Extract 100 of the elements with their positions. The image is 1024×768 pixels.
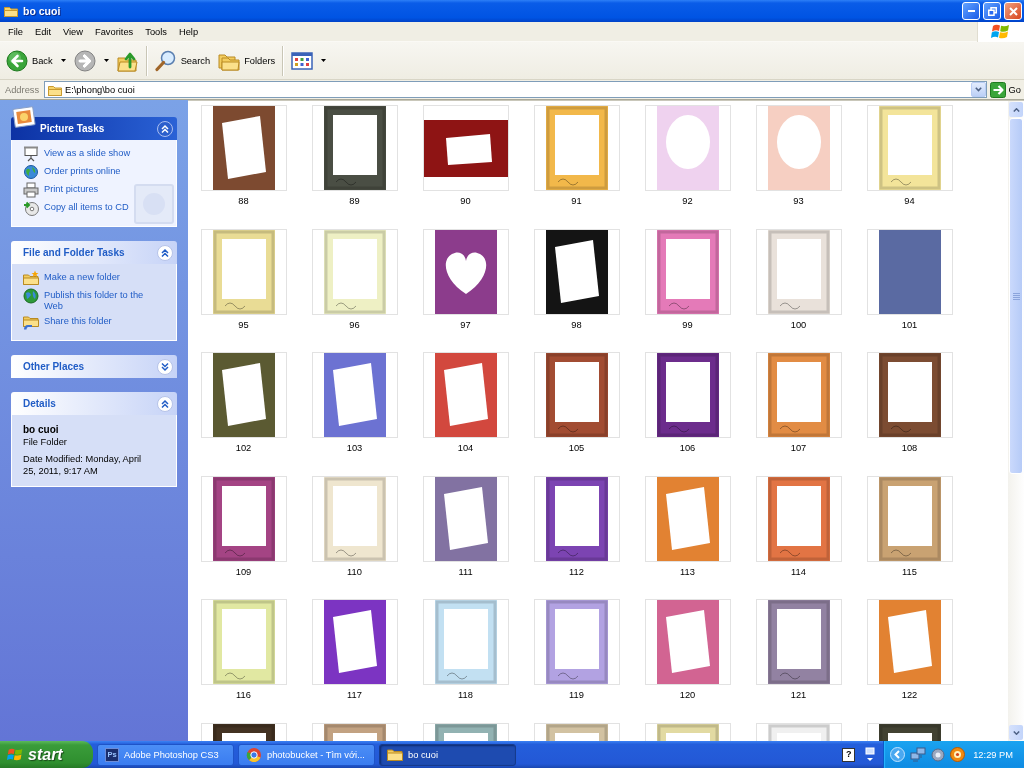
file-name[interactable]: 97 — [458, 318, 473, 332]
restore-button[interactable] — [983, 2, 1001, 20]
thumbnail[interactable] — [311, 599, 398, 685]
chevron-left-icon[interactable] — [890, 747, 906, 762]
thumbnail[interactable] — [200, 105, 287, 191]
thumbnail[interactable] — [311, 228, 398, 315]
go-button[interactable]: Go — [986, 81, 1021, 98]
folders-button[interactable]: Folders — [215, 45, 279, 76]
file-name[interactable]: 105 — [566, 442, 587, 455]
file-name[interactable]: 119 — [567, 689, 586, 702]
file-name[interactable]: 104 — [455, 442, 476, 455]
back-button[interactable]: Back — [3, 45, 69, 76]
file-name[interactable]: 90 — [458, 195, 473, 208]
thumbnail[interactable] — [200, 352, 287, 438]
file-name[interactable]: 107 — [788, 442, 809, 455]
file-name[interactable]: 106 — [677, 442, 698, 455]
thumbnail[interactable] — [533, 228, 620, 315]
task-link[interactable]: Copy all items to CD — [23, 200, 129, 216]
thumbnail[interactable] — [533, 352, 620, 438]
task-link[interactable]: Share this folder — [23, 314, 112, 330]
file-name[interactable]: 118 — [456, 689, 475, 702]
taskbar-button[interactable]: bo cuoi — [379, 743, 516, 766]
thumbnail[interactable] — [422, 105, 509, 191]
file-name[interactable]: 102 — [233, 442, 254, 455]
thumbnail[interactable] — [866, 352, 953, 438]
file-name[interactable]: 94 — [902, 195, 917, 208]
file-name[interactable]: 100 — [788, 318, 809, 332]
file-name[interactable]: 108 — [899, 442, 920, 455]
address-field[interactable]: E:\phong\bo cuoi — [44, 81, 987, 98]
thumbnail[interactable] — [755, 475, 842, 562]
scroll-thumb[interactable] — [1009, 118, 1023, 474]
network-computers-icon[interactable] — [910, 746, 927, 763]
taskbar-button[interactable]: photobucket - Tìm với... — [238, 743, 375, 766]
start-button[interactable]: start — [0, 741, 93, 768]
file-name[interactable]: 88 — [236, 195, 251, 208]
help-icon[interactable]: ? — [842, 747, 856, 762]
task-link[interactable]: Make a new folder — [23, 270, 120, 286]
double-chevron-up-icon[interactable] — [157, 120, 173, 137]
thumbnail[interactable] — [755, 228, 842, 315]
file-name[interactable]: 111 — [456, 565, 475, 579]
thumbnail[interactable] — [311, 475, 398, 562]
file-name[interactable]: 120 — [677, 689, 698, 702]
thumbnail[interactable] — [422, 228, 509, 315]
file-name[interactable]: 122 — [899, 689, 920, 702]
file-name[interactable]: 115 — [900, 565, 919, 579]
close-button[interactable] — [1004, 2, 1022, 20]
thumbnail[interactable] — [200, 475, 287, 562]
menu-item[interactable]: Help — [172, 22, 205, 41]
double-chevron-up-icon[interactable] — [157, 244, 173, 261]
thumbnail[interactable] — [311, 352, 398, 438]
window-arrow-icon[interactable] — [865, 746, 876, 763]
panel-header[interactable]: Other Places — [11, 355, 177, 378]
thumbnail[interactable] — [866, 105, 953, 191]
file-name[interactable]: 99 — [680, 318, 695, 332]
file-name[interactable]: 98 — [569, 318, 584, 332]
menu-item[interactable]: Favorites — [89, 22, 140, 41]
task-link[interactable]: Print pictures — [23, 182, 99, 198]
file-name[interactable]: 110 — [345, 565, 364, 579]
double-chevron-down-icon[interactable] — [157, 358, 173, 375]
task-link[interactable]: Order prints online — [23, 164, 121, 180]
thumbnail[interactable] — [533, 475, 620, 562]
menu-item[interactable]: Tools — [139, 22, 173, 41]
double-chevron-up-icon[interactable] — [157, 395, 173, 412]
thumbnail[interactable] — [644, 599, 731, 685]
file-name[interactable]: 117 — [345, 689, 364, 702]
thumbnail[interactable] — [866, 475, 953, 562]
scroll-up-button[interactable] — [1009, 102, 1023, 117]
thumbnail[interactable] — [644, 228, 731, 315]
scroll-down-button[interactable] — [1009, 725, 1023, 740]
file-name[interactable]: 101 — [899, 318, 920, 332]
thumbnail[interactable] — [533, 599, 620, 685]
file-name[interactable]: 116 — [234, 689, 253, 702]
menu-item[interactable]: View — [57, 22, 89, 41]
panel-header[interactable]: File and Folder Tasks — [11, 241, 177, 264]
file-name[interactable]: 109 — [233, 565, 254, 579]
thumbnail[interactable] — [644, 352, 731, 438]
thumbnail[interactable] — [644, 105, 731, 191]
file-name[interactable]: 96 — [347, 318, 362, 332]
thumbnail[interactable] — [755, 352, 842, 438]
file-name[interactable]: 113 — [678, 565, 697, 579]
task-link[interactable]: Publish this folder to the Web — [23, 288, 154, 312]
file-name[interactable]: 93 — [791, 195, 806, 208]
file-name[interactable]: 114 — [789, 565, 808, 579]
thumbnail[interactable] — [644, 475, 731, 562]
thumbnail[interactable] — [422, 599, 509, 685]
thumbnail[interactable] — [422, 475, 509, 562]
thumbnail[interactable] — [533, 105, 620, 191]
thumbnail[interactable] — [755, 599, 842, 685]
thumbnail[interactable] — [200, 599, 287, 685]
thumbnail[interactable] — [200, 228, 287, 315]
panel-header[interactable]: Details — [11, 392, 177, 415]
file-name[interactable]: 103 — [344, 442, 365, 455]
thumbnail[interactable] — [311, 105, 398, 191]
file-name[interactable]: 89 — [347, 195, 362, 208]
file-name[interactable]: 95 — [236, 318, 251, 332]
minimize-button[interactable] — [962, 2, 980, 20]
task-link[interactable]: View as a slide show — [23, 146, 131, 162]
panel-header[interactable]: Picture Tasks — [11, 117, 177, 140]
thumbnail[interactable] — [755, 105, 842, 191]
menu-item[interactable]: File — [2, 22, 29, 41]
